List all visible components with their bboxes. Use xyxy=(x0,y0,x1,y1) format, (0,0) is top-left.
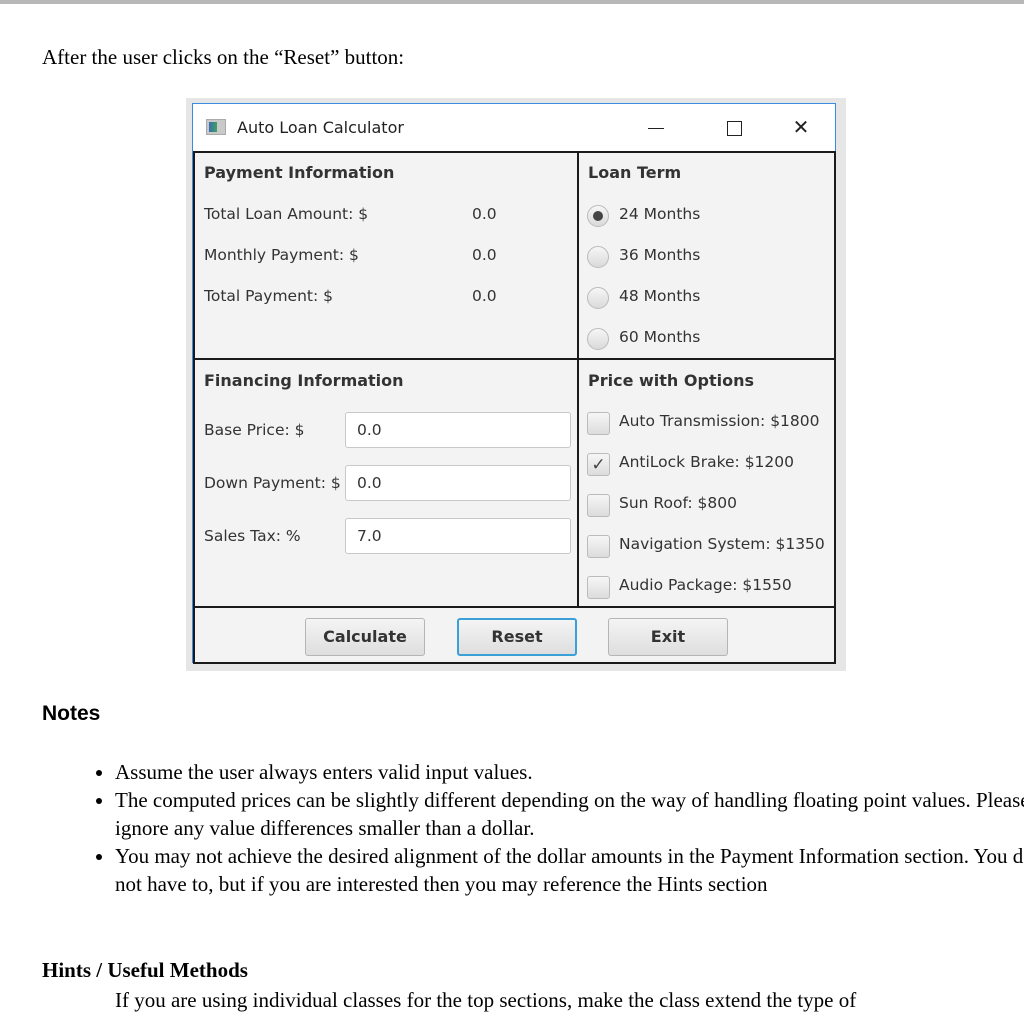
maximize-button[interactable] xyxy=(719,114,749,140)
checkbox-label[interactable]: Audio Package: $1550 xyxy=(619,576,792,594)
panel-title: Loan Term xyxy=(588,163,682,182)
notes-list: Assume the user always enters valid inpu… xyxy=(75,758,1024,898)
app-icon xyxy=(206,119,226,135)
radio-48-months[interactable] xyxy=(587,287,609,309)
price-with-options-panel: Price with Options Auto Transmission: $1… xyxy=(577,358,836,608)
maximize-icon xyxy=(726,121,742,136)
navigation-system-checkbox[interactable] xyxy=(587,535,610,558)
hints-partial-text: If you are using individual classes for … xyxy=(115,988,857,1012)
base-price-input[interactable]: 0.0 xyxy=(345,412,571,448)
monthly-payment-label: Monthly Payment: $ xyxy=(204,246,359,264)
auto-transmission-checkbox[interactable] xyxy=(587,412,610,435)
down-payment-label: Down Payment: $ xyxy=(204,474,341,492)
down-payment-input[interactable]: 0.0 xyxy=(345,465,571,501)
antilock-brake-checkbox[interactable]: ✓ xyxy=(587,453,610,476)
total-loan-amount-label: Total Loan Amount: $ xyxy=(204,205,369,223)
note-item: You may not achieve the desired alignmen… xyxy=(115,842,1024,898)
loan-term-panel: Loan Term 24 Months 36 Months 48 Months … xyxy=(577,151,836,360)
radio-36-months[interactable] xyxy=(587,246,609,268)
panel-title: Price with Options xyxy=(588,371,754,390)
calculate-button[interactable]: Calculate xyxy=(305,618,425,656)
sales-tax-label: Sales Tax: % xyxy=(204,527,301,545)
exit-button[interactable]: Exit xyxy=(608,618,728,656)
hints-heading: Hints / Useful Methods xyxy=(42,958,248,982)
checkbox-label[interactable]: AntiLock Brake: $1200 xyxy=(619,453,794,471)
note-item: Assume the user always enters valid inpu… xyxy=(115,758,1024,786)
panel-title: Financing Information xyxy=(204,371,404,390)
intro-text: After the user clicks on the “Reset” but… xyxy=(42,45,405,69)
base-price-label: Base Price: $ xyxy=(204,421,305,439)
financing-information-panel: Financing Information Base Price: $ 0.0 … xyxy=(193,358,579,608)
notes-heading: Notes xyxy=(42,702,101,725)
total-payment-label: Total Payment: $ xyxy=(204,287,333,305)
button-bar: Calculate Reset Exit xyxy=(193,606,836,664)
app-window: Auto Loan Calculator ✕ Payment Informati… xyxy=(192,103,836,664)
radio-label[interactable]: 36 Months xyxy=(619,246,700,264)
checkbox-label[interactable]: Navigation System: $1350 xyxy=(619,535,825,553)
radio-label[interactable]: 60 Months xyxy=(619,328,700,346)
radio-label[interactable]: 48 Months xyxy=(619,287,700,305)
reset-button[interactable]: Reset xyxy=(457,618,577,656)
radio-label[interactable]: 24 Months xyxy=(619,205,700,223)
close-icon: ✕ xyxy=(792,115,810,139)
sun-roof-checkbox[interactable] xyxy=(587,494,610,517)
checkbox-label[interactable]: Sun Roof: $800 xyxy=(619,494,737,512)
total-loan-amount-value: 0.0 xyxy=(472,205,497,223)
top-border xyxy=(0,0,1024,4)
monthly-payment-value: 0.0 xyxy=(472,246,497,264)
total-payment-value: 0.0 xyxy=(472,287,497,305)
title-bar[interactable]: Auto Loan Calculator ✕ xyxy=(193,104,835,151)
note-item: The computed prices can be slightly diff… xyxy=(115,786,1024,842)
close-button[interactable]: ✕ xyxy=(786,114,816,140)
window-title: Auto Loan Calculator xyxy=(237,118,404,137)
checkbox-label[interactable]: Auto Transmission: $1800 xyxy=(619,412,820,430)
audio-package-checkbox[interactable] xyxy=(587,576,610,599)
sales-tax-input[interactable]: 7.0 xyxy=(345,518,571,554)
minimize-button[interactable] xyxy=(641,114,671,140)
payment-information-panel: Payment Information Total Loan Amount: $… xyxy=(193,151,579,360)
radio-24-months[interactable] xyxy=(587,205,609,227)
minimize-icon xyxy=(648,127,664,130)
panel-title: Payment Information xyxy=(204,163,395,182)
radio-60-months[interactable] xyxy=(587,328,609,350)
